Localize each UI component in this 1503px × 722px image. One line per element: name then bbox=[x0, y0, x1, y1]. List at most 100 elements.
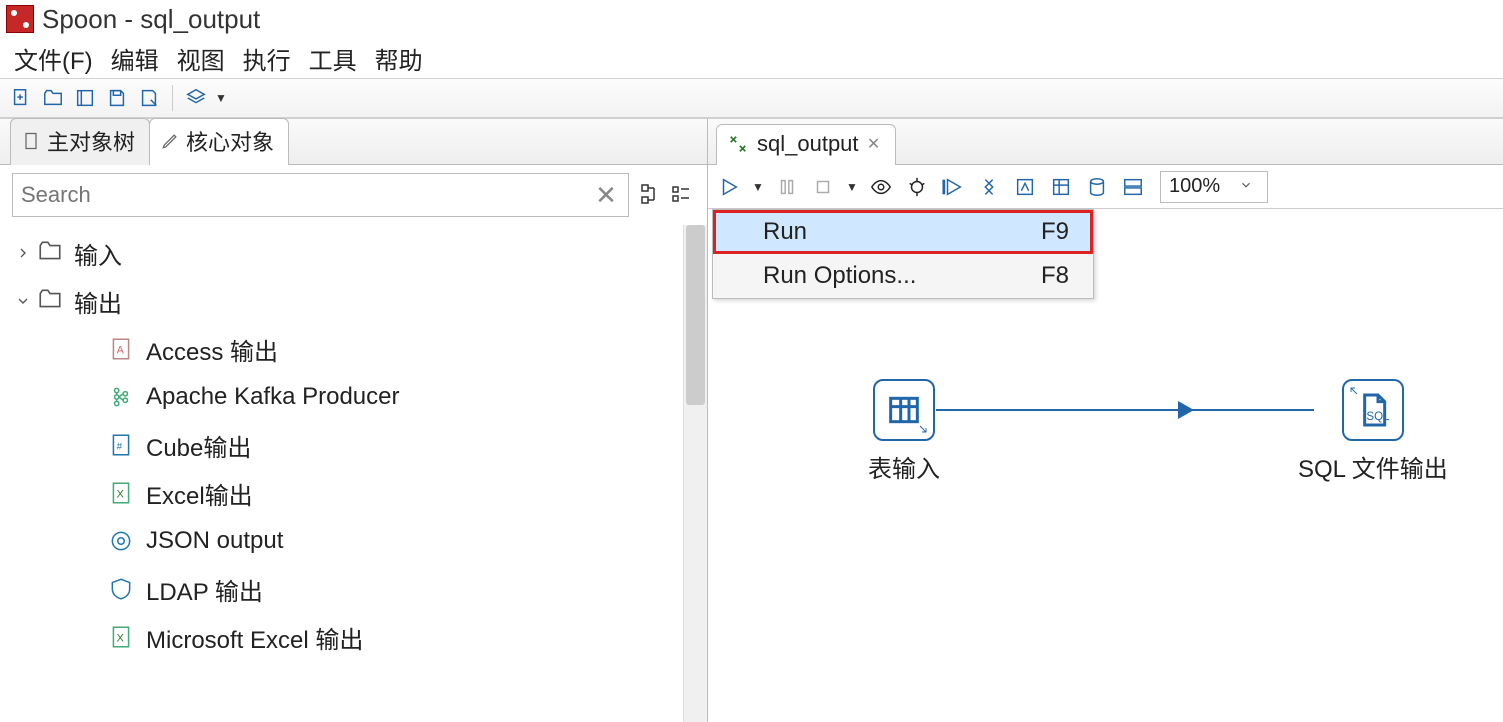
tree-item-json-output[interactable]: JSON output bbox=[10, 517, 683, 565]
ldap-shield-icon bbox=[106, 574, 136, 604]
tree-folder-input[interactable]: 输入 bbox=[10, 229, 683, 277]
excel-file-icon: X bbox=[106, 622, 136, 652]
new-file-icon[interactable] bbox=[8, 85, 34, 111]
tree-item-label: Apache Kafka Producer bbox=[146, 383, 400, 411]
run-dropdown-icon[interactable]: ▼ bbox=[752, 180, 764, 194]
tree-item-label: JSON output bbox=[146, 527, 283, 555]
tree-folder-output[interactable]: 输出 bbox=[10, 277, 683, 325]
scrollbar-thumb[interactable] bbox=[686, 225, 705, 405]
step-sql-file-output[interactable]: SQL SQL 文件输出 bbox=[1298, 379, 1448, 484]
title-bar: Spoon - sql_output bbox=[0, 0, 1503, 38]
chevron-right-icon bbox=[10, 245, 36, 261]
workspace: 主对象树 核心对象 ✕ 输入 bbox=[0, 118, 1503, 722]
menu-item-run-options[interactable]: Run Options... F8 bbox=[713, 254, 1093, 298]
editor-toolbar: ▼ ▼ 100% Run F9 Run Options. bbox=[708, 165, 1503, 209]
tree-scrollbar[interactable] bbox=[683, 225, 707, 722]
editor-tabs: sql_output ✕ bbox=[708, 119, 1503, 165]
save-as-icon[interactable] bbox=[136, 85, 162, 111]
folder-icon bbox=[36, 286, 66, 316]
svg-text:X: X bbox=[117, 488, 124, 500]
editor-panel: sql_output ✕ ▼ ▼ 100% Run bbox=[708, 119, 1503, 722]
folder-icon bbox=[36, 238, 66, 268]
run-button[interactable] bbox=[716, 174, 742, 200]
main-toolbar: ▼ bbox=[0, 78, 1503, 118]
menu-run[interactable]: 执行 bbox=[237, 37, 297, 80]
stop-dropdown-icon[interactable]: ▼ bbox=[846, 180, 858, 194]
object-tree: 输入 输出 A Access 输出 Apache Kafka Producer … bbox=[0, 225, 683, 722]
menu-file[interactable]: 文件(F) bbox=[8, 37, 99, 80]
view-toggle bbox=[639, 182, 695, 208]
tree-item-label: LDAP 输出 bbox=[146, 572, 263, 607]
show-results-icon[interactable] bbox=[1120, 174, 1146, 200]
search-input[interactable] bbox=[21, 182, 592, 208]
run-dropdown-menu: Run F9 Run Options... F8 bbox=[712, 209, 1094, 299]
excel-file-icon: X bbox=[106, 478, 136, 508]
menu-tools[interactable]: 工具 bbox=[303, 37, 363, 80]
perspectives-icon[interactable] bbox=[183, 85, 209, 111]
menu-item-run-label: Run bbox=[763, 218, 807, 246]
editor-tab-label: sql_output bbox=[757, 131, 859, 157]
tree-item-kafka-producer[interactable]: Apache Kafka Producer bbox=[10, 373, 683, 421]
toolbar-separator bbox=[172, 85, 173, 111]
list-view-icon[interactable] bbox=[669, 182, 695, 208]
transformation-icon bbox=[727, 133, 749, 155]
json-icon bbox=[106, 526, 136, 556]
explore-db-icon[interactable] bbox=[1084, 174, 1110, 200]
editor-tab-sql-output[interactable]: sql_output ✕ bbox=[716, 124, 896, 165]
close-tab-icon[interactable]: ✕ bbox=[867, 137, 881, 151]
tree-folder-input-label: 输入 bbox=[74, 236, 122, 271]
spoon-app-icon bbox=[6, 5, 34, 33]
tree-item-cube-output[interactable]: # Cube输出 bbox=[10, 421, 683, 469]
menu-help[interactable]: 帮助 bbox=[369, 37, 429, 80]
debug-icon[interactable] bbox=[904, 174, 930, 200]
sql-icon[interactable] bbox=[1048, 174, 1074, 200]
left-tabs: 主对象树 核心对象 bbox=[0, 119, 707, 165]
chevron-down-icon bbox=[1239, 175, 1259, 198]
arrow-head-icon bbox=[1178, 401, 1194, 419]
menu-view[interactable]: 视图 bbox=[171, 37, 231, 80]
menu-bar: 文件(F) 编辑 视图 执行 工具 帮助 bbox=[0, 38, 1503, 78]
zoom-value: 100% bbox=[1169, 175, 1239, 198]
open-folder-icon[interactable] bbox=[40, 85, 66, 111]
menu-edit[interactable]: 编辑 bbox=[105, 37, 165, 80]
tree-item-access-output[interactable]: A Access 输出 bbox=[10, 325, 683, 373]
tree-item-ms-excel-output[interactable]: X Microsoft Excel 输出 bbox=[10, 613, 683, 661]
table-input-icon bbox=[873, 379, 935, 441]
clear-search-icon[interactable]: ✕ bbox=[592, 181, 620, 209]
explore-repo-icon[interactable] bbox=[72, 85, 98, 111]
impact-icon[interactable] bbox=[1012, 174, 1038, 200]
menu-item-run[interactable]: Run F9 bbox=[713, 210, 1093, 254]
svg-text:#: # bbox=[117, 441, 123, 452]
menu-item-run-options-shortcut: F8 bbox=[1041, 262, 1069, 290]
tree-item-label: Cube输出 bbox=[146, 428, 251, 463]
tab-main-tree[interactable]: 主对象树 bbox=[10, 118, 150, 165]
pause-button[interactable] bbox=[774, 174, 800, 200]
tab-core-objects[interactable]: 核心对象 bbox=[149, 118, 289, 165]
menu-item-run-shortcut: F9 bbox=[1041, 218, 1069, 246]
stop-button[interactable] bbox=[810, 174, 836, 200]
cube-file-icon: # bbox=[106, 430, 136, 460]
pencil-icon bbox=[160, 131, 180, 151]
tree-folder-output-label: 输出 bbox=[74, 284, 122, 319]
svg-text:SQL: SQL bbox=[1366, 410, 1390, 423]
access-file-icon: A bbox=[106, 334, 136, 364]
perspectives-dropdown-icon[interactable]: ▼ bbox=[215, 91, 227, 105]
preview-icon[interactable] bbox=[868, 174, 894, 200]
verify-icon[interactable] bbox=[976, 174, 1002, 200]
chevron-down-icon bbox=[10, 293, 36, 309]
tab-main-tree-label: 主对象树 bbox=[47, 125, 135, 157]
zoom-selector[interactable]: 100% bbox=[1160, 171, 1268, 203]
sql-file-output-icon: SQL bbox=[1342, 379, 1404, 441]
search-row: ✕ bbox=[0, 165, 707, 225]
svg-text:X: X bbox=[117, 632, 124, 644]
tab-core-objects-label: 核心对象 bbox=[186, 125, 274, 157]
replay-icon[interactable] bbox=[940, 174, 966, 200]
search-box: ✕ bbox=[12, 173, 629, 217]
save-icon[interactable] bbox=[104, 85, 130, 111]
hop-arrow[interactable] bbox=[936, 409, 1314, 411]
tree-item-ldap-output[interactable]: LDAP 输出 bbox=[10, 565, 683, 613]
tree-item-label: Access 输出 bbox=[146, 332, 278, 367]
tree-item-excel-output[interactable]: X Excel输出 bbox=[10, 469, 683, 517]
tree-view-icon[interactable] bbox=[639, 182, 665, 208]
step-table-input[interactable]: 表输入 bbox=[868, 379, 940, 484]
